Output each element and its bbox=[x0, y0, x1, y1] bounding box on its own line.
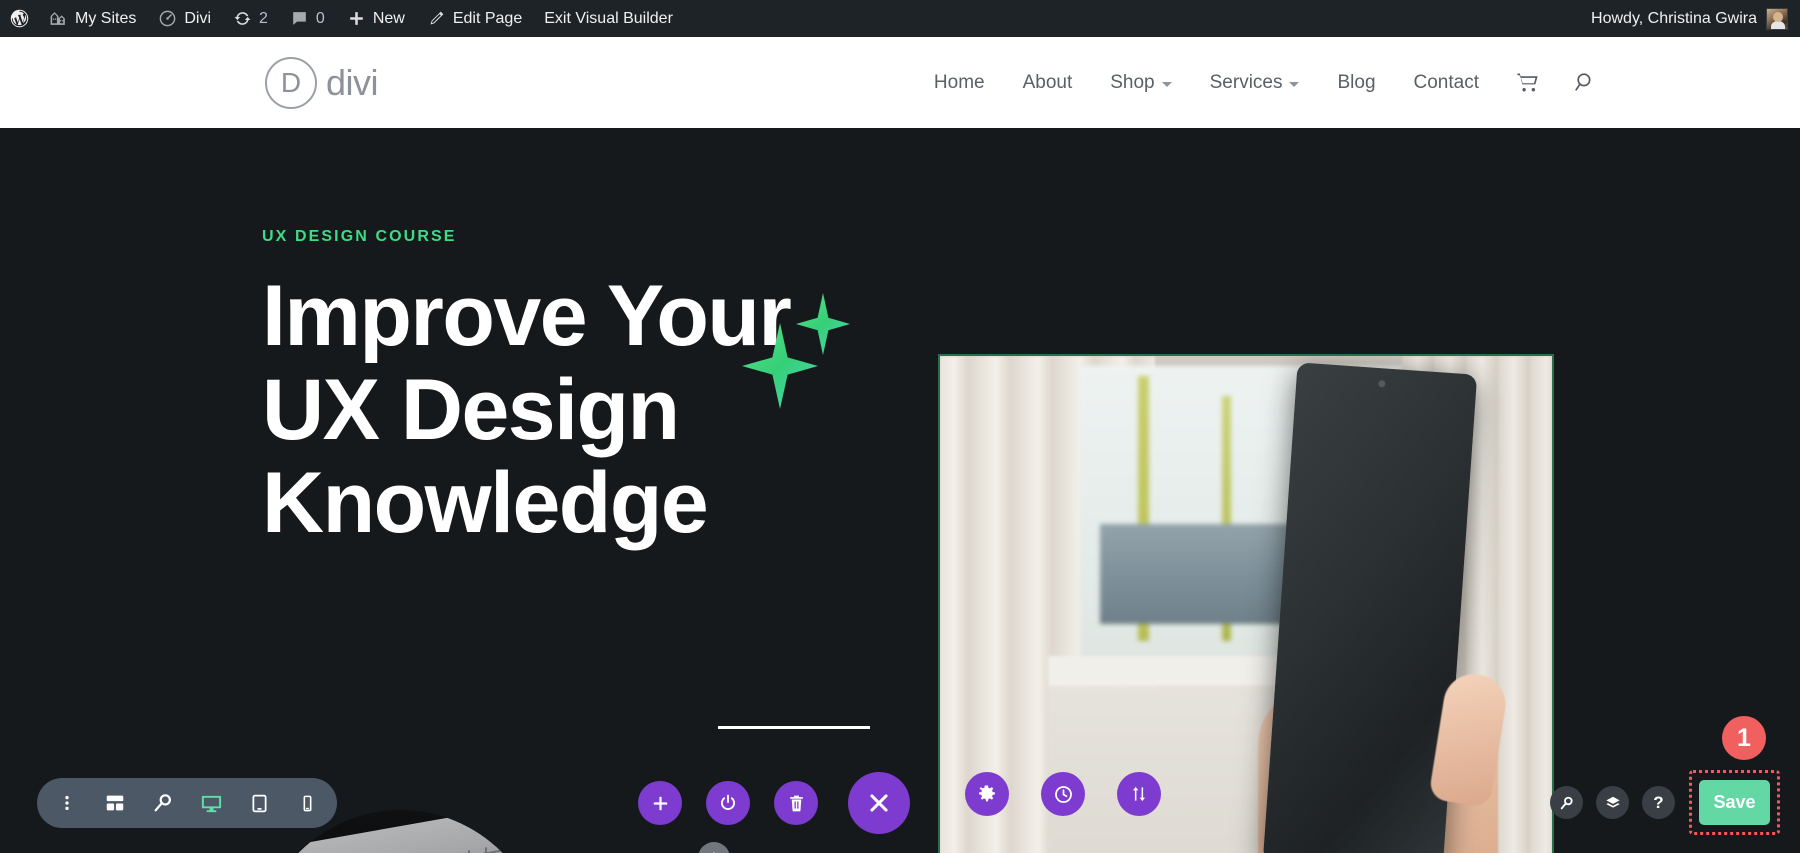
builder-menu-button[interactable] bbox=[43, 782, 91, 824]
clock-history-icon bbox=[1053, 784, 1074, 805]
power-toggle-icon bbox=[718, 793, 738, 813]
sites-multisite-icon bbox=[49, 9, 68, 28]
hero-divider bbox=[718, 726, 870, 729]
gear-settings-icon bbox=[977, 784, 997, 804]
trash-icon bbox=[787, 794, 806, 813]
sort-arrows-icon bbox=[1129, 784, 1149, 804]
search-button[interactable] bbox=[1550, 786, 1583, 819]
divi-dashboard-icon bbox=[158, 9, 177, 28]
nav-label-about: About bbox=[1022, 71, 1073, 93]
shopping-cart-icon bbox=[1514, 69, 1541, 96]
shopping-cart-button[interactable] bbox=[1498, 69, 1557, 96]
layers-stack-icon bbox=[1605, 795, 1621, 811]
nav-label-shop: Shop bbox=[1110, 71, 1155, 93]
admin-bar-item-updates[interactable]: 2 bbox=[222, 0, 279, 37]
search-magnifier-icon bbox=[1559, 795, 1575, 811]
tablet-view-button[interactable] bbox=[235, 782, 283, 824]
question-mark-icon: ? bbox=[1653, 793, 1664, 812]
editing-history-button[interactable] bbox=[1041, 772, 1085, 816]
help-button[interactable]: ? bbox=[1642, 786, 1675, 819]
annotation-step-badge: 1 bbox=[1722, 716, 1766, 760]
admin-bar-item-divi[interactable]: Divi bbox=[147, 0, 222, 37]
phone-icon bbox=[298, 794, 317, 813]
close-section-button[interactable] bbox=[848, 772, 910, 834]
builder-left-toolbar bbox=[37, 778, 337, 828]
builder-section-actions bbox=[638, 772, 910, 834]
admin-bar-comments-count: 0 bbox=[315, 9, 325, 27]
close-x-icon bbox=[866, 790, 892, 816]
search-magnifier-icon bbox=[1573, 70, 1598, 95]
admin-bar-left-group: My Sites Divi 2 0 New Edit Page Exit Vis… bbox=[0, 0, 684, 37]
wordpress-logo-icon bbox=[9, 8, 30, 29]
admin-bar-item-my-sites[interactable]: My Sites bbox=[38, 0, 147, 37]
save-button[interactable]: Save bbox=[1699, 780, 1770, 825]
sparkle-star-icon bbox=[740, 293, 870, 409]
vertical-dots-menu-icon bbox=[57, 793, 77, 813]
wireframe-view-button[interactable] bbox=[91, 782, 139, 824]
admin-bar-label-exit-vb: Exit Visual Builder bbox=[544, 9, 673, 27]
pencil-edit-icon bbox=[427, 9, 446, 28]
admin-bar-item-exit-visual-builder[interactable]: Exit Visual Builder bbox=[533, 0, 684, 37]
nav-label-contact: Contact bbox=[1413, 71, 1479, 93]
nav-label-services: Services bbox=[1209, 71, 1283, 93]
avatar[interactable] bbox=[1766, 7, 1788, 30]
wireframe-layout-icon bbox=[104, 792, 126, 814]
hero-heading-line-1: Improve Your bbox=[262, 268, 792, 364]
nav-item-home[interactable]: Home bbox=[915, 72, 1004, 94]
tablet-icon bbox=[249, 793, 270, 814]
phone-view-button[interactable] bbox=[283, 782, 331, 824]
howdy-greeting[interactable]: Howdy, Christina Gwira bbox=[1591, 10, 1757, 28]
hero-heading-line-3: Knowledge bbox=[262, 455, 709, 552]
admin-bar-label-new: New bbox=[372, 9, 405, 27]
chevron-down-icon bbox=[1289, 81, 1300, 87]
hero-eyebrow: UX DESIGN COURSE bbox=[262, 228, 457, 245]
sparkle-star-small-icon bbox=[796, 293, 850, 355]
builder-right-controls: ? 1 Save bbox=[1550, 716, 1780, 835]
admin-bar-item-edit-page[interactable]: Edit Page bbox=[416, 0, 533, 37]
plus-icon bbox=[347, 9, 366, 28]
admin-bar-label-edit-page: Edit Page bbox=[452, 9, 523, 27]
add-section-button[interactable] bbox=[638, 781, 682, 825]
site-header: D divi Home About Shop Services Blog Con… bbox=[0, 37, 1800, 128]
add-row-button[interactable]: + bbox=[698, 842, 730, 853]
nav-label-home: Home bbox=[933, 71, 985, 93]
admin-bar-label-divi: Divi bbox=[184, 9, 212, 27]
admin-bar-item-new[interactable]: New bbox=[336, 0, 416, 37]
chevron-down-icon bbox=[1161, 81, 1172, 87]
builder-module-actions bbox=[965, 772, 1161, 816]
nav-item-services[interactable]: Services bbox=[1191, 72, 1319, 94]
nav-item-shop[interactable]: Shop bbox=[1091, 72, 1190, 94]
reorder-button[interactable] bbox=[1117, 772, 1161, 816]
comment-bubble-icon bbox=[290, 9, 309, 28]
nav-label-blog: Blog bbox=[1337, 71, 1376, 93]
section-settings-button[interactable] bbox=[965, 772, 1009, 816]
nav-item-about[interactable]: About bbox=[1004, 72, 1092, 94]
updates-refresh-icon bbox=[233, 9, 252, 28]
hero-heading-line-2: UX Design bbox=[262, 361, 680, 458]
primary-navigation: Home About Shop Services Blog Contact bbox=[915, 69, 1800, 96]
zoom-out-view-icon bbox=[152, 792, 174, 814]
wordpress-logo-menu[interactable] bbox=[0, 0, 38, 37]
search-button[interactable] bbox=[1557, 70, 1614, 95]
admin-bar-updates-count: 2 bbox=[259, 9, 268, 27]
zoom-view-button[interactable] bbox=[139, 782, 187, 824]
wp-admin-bar: My Sites Divi 2 0 New Edit Page Exit Vis… bbox=[0, 0, 1800, 37]
save-button-wrapper: 1 Save bbox=[1689, 716, 1780, 835]
nav-item-contact[interactable]: Contact bbox=[1395, 72, 1498, 94]
divi-logo-mark-icon: D bbox=[265, 56, 317, 109]
admin-bar-item-comments[interactable]: 0 bbox=[279, 0, 336, 37]
sparkle-star-large-icon bbox=[742, 323, 818, 409]
nav-item-blog[interactable]: Blog bbox=[1318, 72, 1394, 94]
hero-section: UX DESIGN COURSE Improve Your UX Design … bbox=[0, 128, 1800, 853]
layers-button[interactable] bbox=[1596, 786, 1629, 819]
admin-bar-right-group: Howdy, Christina Gwira bbox=[1591, 0, 1800, 37]
admin-bar-label-my-sites: My Sites bbox=[75, 9, 137, 27]
plus-icon bbox=[651, 794, 670, 813]
delete-section-button[interactable] bbox=[774, 781, 818, 825]
desktop-view-button[interactable] bbox=[187, 782, 235, 824]
desktop-monitor-icon bbox=[200, 792, 223, 815]
site-logo-text: divi bbox=[326, 61, 379, 103]
disable-section-button[interactable] bbox=[706, 781, 750, 825]
site-logo[interactable]: D divi bbox=[265, 56, 379, 109]
